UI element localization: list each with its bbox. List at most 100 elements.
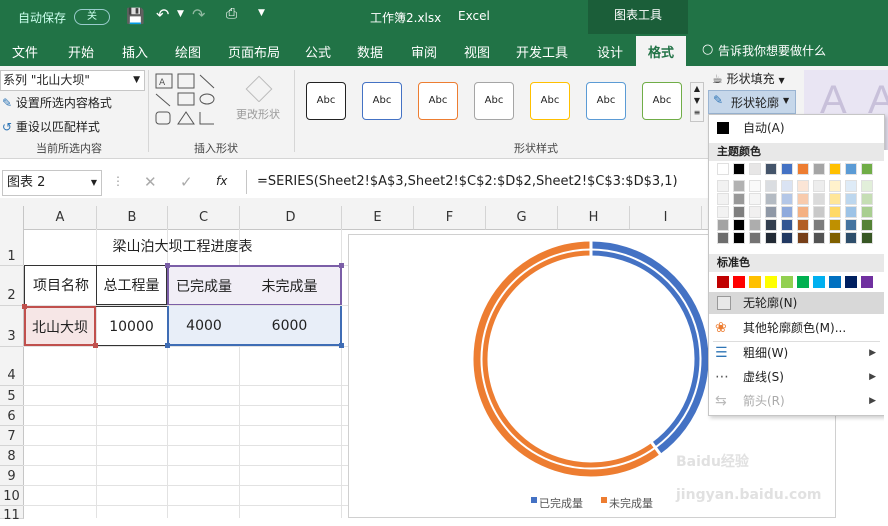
tab-insert[interactable]: 插入: [122, 42, 148, 61]
theme-color-swatch[interactable]: [749, 219, 761, 231]
row-header-8[interactable]: 8: [0, 446, 24, 466]
column-header-d[interactable]: D: [240, 206, 342, 230]
select-all-corner[interactable]: [0, 206, 24, 230]
theme-color-swatch[interactable]: [781, 206, 793, 218]
tab-home[interactable]: 开始: [68, 42, 94, 61]
cell-a3[interactable]: 北山大坝: [24, 306, 96, 346]
menu-item-auto[interactable]: 自动(A): [709, 117, 884, 139]
theme-color-swatch[interactable]: [845, 206, 857, 218]
cell-c3[interactable]: 4000: [167, 306, 239, 346]
theme-color-swatch[interactable]: [781, 180, 793, 192]
standard-color-swatch[interactable]: [733, 276, 745, 288]
shape-style-1[interactable]: Abc: [306, 82, 346, 120]
shape-style-5[interactable]: Abc: [530, 82, 570, 120]
theme-color-swatch[interactable]: [717, 232, 729, 244]
cell-b2[interactable]: 总工程量: [96, 265, 167, 305]
theme-color-swatch[interactable]: [765, 232, 777, 244]
customize-toolbar-icon[interactable]: ▼: [258, 8, 265, 18]
standard-color-swatch[interactable]: [797, 276, 809, 288]
range-handle[interactable]: [22, 304, 27, 309]
tab-draw[interactable]: 绘图: [175, 42, 201, 61]
standard-color-swatch[interactable]: [845, 276, 857, 288]
row-header-9[interactable]: 9: [0, 466, 24, 486]
tab-page-layout[interactable]: 页面布局: [228, 42, 280, 61]
shape-style-7[interactable]: Abc: [642, 82, 682, 120]
doughnut-slice-remaining-inner[interactable]: [482, 250, 655, 468]
theme-color-swatch[interactable]: [813, 232, 825, 244]
doughnut-slice-completed-inner[interactable]: [590, 250, 700, 447]
standard-color-swatch[interactable]: [749, 276, 761, 288]
doughnut-slice-remaining-outer[interactable]: [473, 241, 661, 477]
range-handle[interactable]: [93, 343, 98, 348]
shapes-gallery[interactable]: A: [154, 72, 224, 132]
theme-color-swatch[interactable]: [749, 193, 761, 205]
column-header-a[interactable]: A: [24, 206, 97, 230]
menu-item-no-outline[interactable]: 无轮廓(N): [709, 292, 884, 314]
row-header-4[interactable]: 4: [0, 347, 24, 386]
range-handle[interactable]: [165, 343, 170, 348]
tab-data[interactable]: 数据: [357, 42, 383, 61]
standard-color-swatch[interactable]: [813, 276, 825, 288]
theme-color-swatch[interactable]: [749, 206, 761, 218]
theme-color-swatch[interactable]: [797, 206, 809, 218]
theme-color-swatch[interactable]: [749, 180, 761, 192]
range-handle[interactable]: [165, 263, 170, 268]
cell-c2[interactable]: 已完成量: [167, 265, 239, 305]
row-header-5[interactable]: 5: [0, 386, 24, 406]
theme-color-swatch[interactable]: [861, 219, 873, 231]
tab-format[interactable]: 格式: [636, 36, 687, 68]
theme-color-swatch[interactable]: [861, 206, 873, 218]
autosave-toggle[interactable]: 关: [74, 9, 110, 25]
theme-color-swatch[interactable]: [717, 219, 729, 231]
theme-color-swatch[interactable]: [781, 163, 793, 175]
tab-file[interactable]: 文件: [12, 42, 38, 61]
theme-color-swatch[interactable]: [829, 163, 841, 175]
theme-color-swatch[interactable]: [765, 193, 777, 205]
theme-color-swatch[interactable]: [733, 163, 745, 175]
shape-fill-button[interactable]: ☕ 形状填充 ▼: [712, 70, 785, 87]
style-gallery-scroll[interactable]: ▲ ▼ ≡: [690, 82, 704, 122]
theme-color-swatch[interactable]: [781, 219, 793, 231]
theme-color-swatch[interactable]: [717, 180, 729, 192]
undo-icon[interactable]: ↶: [156, 5, 169, 24]
menu-item-dashes[interactable]: ⋯ 虚线(S) ▶: [709, 366, 884, 388]
menu-item-arrows[interactable]: ⇆ 箭头(R) ▶: [709, 390, 884, 412]
theme-color-swatch[interactable]: [797, 163, 809, 175]
undo-dropdown-icon[interactable]: ▼: [177, 9, 184, 19]
row-header-1[interactable]: 1: [0, 229, 24, 266]
theme-color-swatch[interactable]: [781, 193, 793, 205]
theme-color-swatch[interactable]: [845, 193, 857, 205]
theme-color-swatch[interactable]: [749, 163, 761, 175]
reset-style-button[interactable]: ↺ 重设以匹配样式: [2, 118, 100, 135]
theme-color-swatch[interactable]: [813, 193, 825, 205]
menu-item-weight[interactable]: ☰ 粗细(W) ▶: [709, 342, 884, 364]
theme-color-swatch[interactable]: [829, 193, 841, 205]
tab-formulas[interactable]: 公式: [305, 42, 331, 61]
range-handle[interactable]: [339, 263, 344, 268]
print-preview-icon[interactable]: ⎙: [226, 6, 237, 22]
theme-color-swatch[interactable]: [813, 163, 825, 175]
chart-element-selector[interactable]: 系列 "北山大坝" ▼: [0, 70, 145, 91]
chart-legend[interactable]: 已完成量 未完成量: [531, 495, 681, 513]
tab-developer[interactable]: 开发工具: [516, 42, 568, 61]
theme-color-swatch[interactable]: [861, 232, 873, 244]
theme-color-swatch[interactable]: [797, 193, 809, 205]
cancel-icon[interactable]: ✕: [144, 173, 157, 191]
format-selection-button[interactable]: ✎ 设置所选内容格式: [2, 94, 112, 111]
theme-color-swatch[interactable]: [845, 232, 857, 244]
theme-color-swatch[interactable]: [829, 180, 841, 192]
shape-style-2[interactable]: Abc: [362, 82, 402, 120]
shape-outline-button[interactable]: ✎ 形状轮廓 ▼: [708, 90, 796, 114]
theme-color-swatch[interactable]: [781, 232, 793, 244]
theme-color-swatch[interactable]: [845, 163, 857, 175]
theme-color-swatch[interactable]: [765, 163, 777, 175]
theme-color-swatch[interactable]: [797, 219, 809, 231]
theme-color-swatch[interactable]: [765, 219, 777, 231]
menu-item-more-colors[interactable]: ❀ 其他轮廓颜色(M)...: [709, 317, 884, 339]
row-header-6[interactable]: 6: [0, 406, 24, 426]
shape-style-6[interactable]: Abc: [586, 82, 626, 120]
theme-color-swatch[interactable]: [733, 193, 745, 205]
column-header-e[interactable]: E: [342, 206, 414, 230]
tab-review[interactable]: 审阅: [411, 42, 437, 61]
cell-a2[interactable]: 项目名称: [24, 265, 97, 307]
